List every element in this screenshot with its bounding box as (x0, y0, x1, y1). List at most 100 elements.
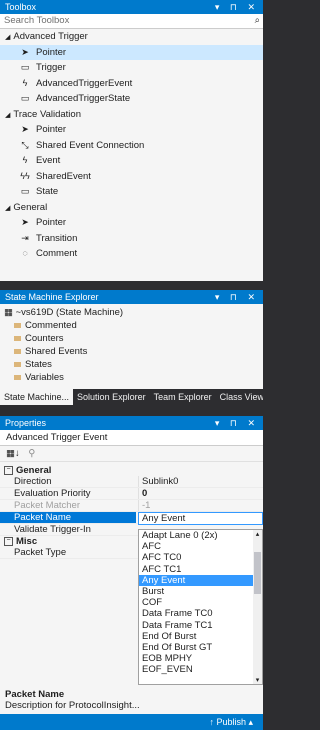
property-value[interactable]: 0 (138, 488, 263, 499)
wrench-icon[interactable]: ⚲ (28, 448, 35, 459)
publish-button[interactable]: ↑ Publish ▴ (209, 717, 253, 727)
description-title: Packet Name (5, 689, 65, 700)
tree-node-label: States (25, 359, 52, 370)
toolbox-item-label: Trigger (36, 62, 66, 73)
object-selector[interactable]: Advanced Trigger Event (0, 430, 263, 446)
dropdown-option[interactable]: EOB MPHY (139, 653, 262, 664)
property-value[interactable]: -1 (138, 500, 263, 511)
toolbox-panel: Search Toolbox ⌕ ◢ Advanced Trigger ➤ Point… (0, 14, 263, 281)
dropdown-option[interactable]: Any Event (139, 574, 262, 586)
search-placeholder: Search Toolbox (4, 15, 70, 26)
property-name: Validate Trigger-In (14, 524, 91, 535)
tree-node[interactable]: Counters (0, 332, 263, 345)
tab-0[interactable]: State Machine... (0, 389, 74, 405)
categorized-sort-icon[interactable]: ▦↓ (6, 448, 20, 459)
tab-3[interactable]: Class View (216, 389, 263, 405)
dropdown-option[interactable]: Data Frame TC0 (139, 608, 262, 619)
toolbox-item[interactable]: ➤ Pointer (0, 122, 263, 138)
dropdown-option[interactable]: Adapt Lane 0 (2x) (139, 530, 262, 541)
category-label: Misc (16, 536, 38, 547)
shared-event-icon: ϟϟ (20, 170, 30, 181)
toolbox-item-label: Pointer (36, 46, 67, 58)
toolbox-item[interactable]: ◌ Comment (0, 246, 263, 262)
toolbox-item-label: Transition (36, 232, 78, 244)
property-row[interactable]: Packet Matcher -1 (0, 500, 263, 512)
property-row[interactable]: Direction Sublink0 (0, 476, 263, 488)
property-value[interactable]: Sublink0 (138, 476, 263, 487)
dropdown-option[interactable]: AFC TC0 (139, 552, 262, 563)
properties-window-controls[interactable]: ▾ ⊓ ✕ (215, 416, 259, 430)
state-machine-icon: ▦ (4, 307, 13, 318)
dropdown-option[interactable]: Burst (139, 586, 262, 597)
explorer-window-controls[interactable]: ▾ ⊓ ✕ (215, 290, 259, 304)
dropdown-option[interactable]: EOF_EVEN (139, 664, 262, 675)
properties-title: Properties (5, 418, 47, 428)
folder-icon (14, 361, 21, 367)
tab-1[interactable]: Solution Explorer (73, 389, 150, 405)
toolbox-item[interactable]: ⤡ Shared Event Connection (0, 138, 263, 154)
toolbox-item[interactable]: ▭ State (0, 184, 263, 200)
property-category[interactable]: − General (0, 465, 263, 476)
tree-root-label: ~vs619D (State Machine) (15, 307, 124, 318)
toolbox-item[interactable]: ⇥ Transition (0, 231, 263, 247)
expand-triangle-icon[interactable]: ◢ (5, 112, 10, 119)
toolbox-item[interactable]: ϟ AdvancedTriggerEvent (0, 76, 263, 92)
property-name: Packet Matcher (14, 500, 80, 511)
state-icon: ▭ (20, 186, 30, 196)
toolbox-item[interactable]: ▭ AdvancedTriggerState (0, 91, 263, 107)
expand-triangle-icon[interactable]: ◢ (5, 205, 10, 212)
collapse-box-icon[interactable]: − (4, 536, 13, 546)
tree-node[interactable]: Commented (0, 319, 263, 332)
pointer-icon: ➤ (21, 217, 29, 227)
tree-node-label: Shared Events (25, 346, 88, 357)
event-icon: ϟ (22, 155, 28, 165)
properties-toolbar: ▦↓ ⚲ (0, 446, 263, 462)
object-selector-label: Advanced Trigger Event (6, 432, 108, 443)
scroll-down-icon[interactable]: ▾ (253, 676, 262, 684)
scrollbar-thumb[interactable] (254, 552, 261, 594)
dropdown-scrollbar[interactable]: ▴ ▾ (253, 530, 262, 684)
explorer-title: State Machine Explorer (5, 292, 99, 302)
toolbox-list: ◢ Advanced Trigger ➤ Pointer ▭ Trigger ϟ Advanc… (0, 29, 263, 262)
property-row[interactable]: ⌄Packet NameAny Event (0, 510, 263, 525)
toolbox-title: Toolbox (5, 2, 37, 12)
search-icon[interactable]: ⌕ (255, 14, 260, 28)
toolbox-item[interactable]: ϟϟ SharedEvent (0, 169, 263, 185)
packet-name-dropdown[interactable]: Adapt Lane 0 (2x) AFC AFC TC0 AFC TC1 Any Ev… (138, 529, 263, 685)
collapse-box-icon[interactable]: − (4, 465, 13, 475)
dropdown-option[interactable]: Data Frame TC1 (139, 620, 262, 631)
folder-icon (14, 322, 21, 328)
toolbox-group-header[interactable]: ◢ General (0, 200, 263, 216)
toolbox-group-header[interactable]: ◢ Advanced Trigger (0, 29, 263, 45)
toolbox-window-controls[interactable]: ▾ ⊓ ✕ (215, 0, 259, 14)
toolbox-item[interactable]: ➤ Pointer (0, 215, 263, 231)
toolbox-group-label: General (13, 201, 48, 213)
tree-node[interactable]: States (0, 358, 263, 371)
tree-node[interactable]: Shared Events (0, 345, 263, 358)
expand-triangle-icon[interactable]: ◢ (5, 34, 10, 41)
folder-icon (14, 348, 21, 354)
tree-root[interactable]: ▦ ~vs619D (State Machine) (0, 306, 263, 319)
toolbox-item-label: Event (36, 155, 61, 166)
tree-node-label: Variables (25, 372, 64, 383)
property-name: Evaluation Priority (14, 488, 91, 499)
toolbox-group-header[interactable]: ◢ Trace Validation (0, 107, 263, 123)
description-text: Description for ProtocolInsight... (5, 700, 140, 711)
dropdown-option[interactable]: COF (139, 597, 262, 608)
property-row[interactable]: Evaluation Priority 0 (0, 488, 263, 500)
dropdown-option[interactable]: AFC (139, 541, 262, 552)
toolbox-item-label: State (36, 186, 59, 197)
tree-node[interactable]: Variables (0, 371, 263, 384)
dropdown-option[interactable]: End Of Burst (139, 631, 262, 642)
toolbox-search-input[interactable]: Search Toolbox ⌕ (0, 14, 263, 29)
toolbox-item[interactable]: ϟ Event (0, 153, 263, 169)
toolbox-item[interactable]: ▭ Trigger (0, 60, 263, 76)
status-bar: ↑ Publish ▴ (0, 714, 263, 730)
toolbox-group-label: Advanced Trigger (13, 31, 88, 42)
scroll-up-icon[interactable]: ▴ (253, 530, 262, 538)
dropdown-option[interactable]: AFC TC1 (139, 564, 262, 575)
dropdown-option[interactable]: End Of Burst GT (139, 642, 262, 653)
toolbox-title-bar: Toolbox ▾ ⊓ ✕ (0, 0, 263, 14)
tab-2[interactable]: Team Explorer (150, 389, 216, 405)
toolbox-item[interactable]: ➤ Pointer (0, 44, 263, 60)
